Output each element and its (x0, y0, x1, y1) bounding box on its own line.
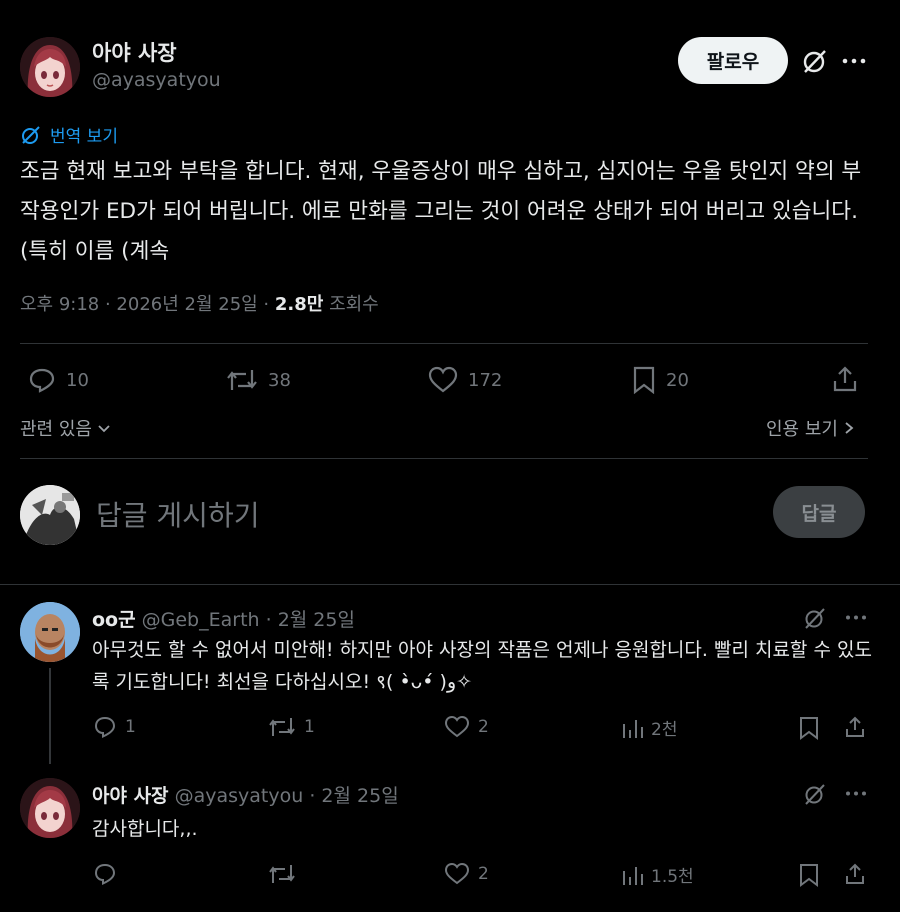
bookmark-count: 20 (666, 369, 689, 391)
view-count: 2.8만 (274, 294, 324, 315)
reply-count: 1 (125, 717, 136, 737)
reply-avatar[interactable] (20, 602, 80, 662)
user-avatar[interactable] (20, 485, 80, 545)
heart-icon (444, 862, 470, 886)
heart-icon (428, 366, 458, 394)
reply-icon (28, 366, 56, 394)
like-button[interactable]: 2 (444, 862, 489, 886)
repost-icon (268, 862, 296, 886)
chevron-right-icon (842, 420, 856, 436)
divider (0, 584, 900, 585)
reply-date[interactable]: · 2월 25일 (266, 609, 355, 631)
reply-text: 감사합니다,,. (92, 818, 198, 840)
translate-link[interactable]: 번역 보기 (20, 122, 118, 147)
views-button[interactable]: 1.5천 (621, 862, 694, 887)
translate-icon (20, 124, 42, 146)
reply-button[interactable]: 10 (28, 366, 89, 394)
reply-header: oo군 @Geb_Earth · 2월 25일 (92, 605, 355, 632)
heart-icon (444, 715, 470, 739)
author-name[interactable]: 아야 사장 (92, 37, 177, 67)
share-icon[interactable] (843, 862, 867, 886)
reply-submit-label: 답글 (801, 502, 837, 525)
reply-button[interactable]: 1 (93, 715, 136, 739)
share-icon[interactable] (831, 365, 859, 393)
view-count: 2천 (651, 720, 678, 740)
translate-label: 번역 보기 (50, 127, 118, 147)
repost-icon (226, 366, 258, 394)
grok-icon[interactable] (803, 782, 827, 806)
like-count: 2 (478, 864, 489, 884)
bookmark-icon (632, 366, 656, 394)
reply-button[interactable] (93, 862, 125, 886)
reply-icon (93, 862, 117, 886)
analytics-icon (621, 716, 643, 740)
like-count: 172 (468, 369, 503, 391)
author-handle[interactable]: @ayasyatyou (92, 69, 221, 91)
chevron-down-icon (96, 420, 112, 436)
post-meta: 오후 9:18 · 2026년 2월 25일 · 2.8만 조회수 (20, 290, 379, 316)
follow-button-label: 팔로우 (706, 51, 760, 73)
quotes-label: 인용 보기 (766, 419, 838, 440)
share-icon[interactable] (843, 715, 867, 739)
reply-submit-button[interactable]: 답글 (773, 486, 865, 538)
repost-count: 1 (304, 717, 315, 737)
reply-text: 아무것도 할 수 없어서 미안해! 하지만 아야 사장의 작품은 언제나 응원합… (92, 639, 872, 693)
repost-button[interactable] (268, 862, 304, 886)
reply-author-name[interactable]: 아야 사장 (92, 785, 169, 807)
like-count: 2 (478, 717, 489, 737)
reply-input[interactable]: 답글 게시하기 (96, 494, 259, 534)
bookmark-button[interactable]: 20 (632, 366, 689, 394)
divider (20, 343, 868, 344)
analytics-icon (621, 863, 643, 887)
like-button[interactable]: 172 (428, 366, 502, 394)
divider (20, 458, 868, 459)
repost-button[interactable]: 38 (226, 366, 291, 394)
repost-icon (268, 715, 296, 739)
reply-count: 10 (66, 369, 89, 391)
author-avatar[interactable] (20, 37, 80, 97)
view-label: 조회수 (323, 294, 379, 315)
more-options-icon[interactable] (842, 57, 866, 65)
bookmark-icon[interactable] (798, 716, 820, 740)
reply-author-handle[interactable]: @Geb_Earth (142, 609, 260, 631)
more-options-icon[interactable] (845, 614, 867, 621)
reply-icon (93, 715, 117, 739)
repost-button[interactable]: 1 (268, 715, 315, 739)
follow-button[interactable]: 팔로우 (678, 37, 788, 84)
reply-date[interactable]: · 2월 25일 (309, 785, 398, 807)
more-options-icon[interactable] (845, 790, 867, 797)
repost-count: 38 (268, 369, 291, 391)
like-button[interactable]: 2 (444, 715, 489, 739)
reply-author-name[interactable]: oo군 (92, 609, 136, 631)
reply-avatar[interactable] (20, 778, 80, 838)
post-timestamp[interactable]: 오후 9:18 · 2026년 2월 25일 · (20, 294, 275, 315)
reply-author-handle[interactable]: @ayasyatyou (175, 785, 304, 807)
view-count: 1.5천 (651, 867, 694, 887)
related-dropdown[interactable]: 관련 있음 (20, 415, 112, 441)
reply-header: 아야 사장 @ayasyatyou · 2월 25일 (92, 781, 399, 808)
views-button[interactable]: 2천 (621, 715, 677, 740)
post-text: 조금 현재 보고와 부탁을 합니다. 현재, 우울증상이 매우 심하고, 심지어… (20, 159, 862, 264)
view-quotes-link[interactable]: 인용 보기 (766, 415, 856, 441)
grok-icon[interactable] (803, 606, 827, 630)
bookmark-icon[interactable] (798, 863, 820, 887)
related-label: 관련 있음 (20, 419, 92, 440)
grok-icon[interactable] (801, 47, 829, 75)
thread-line (49, 668, 51, 764)
